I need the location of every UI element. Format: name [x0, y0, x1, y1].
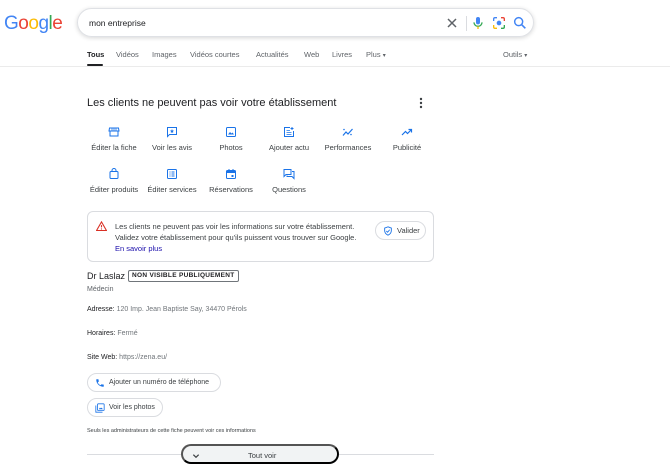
chevron-down-icon: ▾ [382, 53, 386, 59]
storefront-icon [108, 127, 120, 137]
logo-letter: o [18, 13, 29, 34]
tab-short-videos[interactable]: Vidéos courtes [190, 50, 239, 59]
trending-up-icon [401, 128, 413, 136]
logo-letter: e [52, 13, 63, 34]
chevron-down-icon [192, 454, 200, 459]
address-row: Adresse: 120 Imp. Jean Baptiste Say, 344… [87, 306, 247, 313]
microphone-icon[interactable] [470, 15, 486, 31]
forum-icon [283, 169, 295, 180]
tab-videos[interactable]: Vidéos [116, 50, 139, 59]
business-name: Dr Laslaz [87, 271, 126, 281]
tab-more[interactable]: Plus ▾ [366, 50, 386, 59]
hours-value: Fermé [117, 330, 138, 337]
validate-button[interactable]: Valider [375, 221, 426, 240]
visibility-badge: NON VISIBLE PUBLIQUEMENT [128, 270, 239, 282]
clear-icon[interactable] [444, 15, 460, 31]
photo-library-icon [95, 403, 105, 413]
tab-books[interactable]: Livres [332, 50, 352, 59]
tab-images[interactable]: Images [152, 50, 177, 59]
calendar-icon [226, 169, 236, 179]
admin-only-note: Seuls les administrateurs de cette fiche… [87, 428, 256, 434]
address-value: 120 Imp. Jean Baptiste Say, 34470 Pérols [116, 306, 247, 313]
action-label: Publicité [392, 143, 422, 152]
alert-message: Les clients ne peuvent pas voir les info… [115, 221, 367, 254]
warning-icon [96, 221, 107, 231]
action-advertising[interactable]: Publicité [372, 126, 442, 152]
website-row: Site Web: https://zena.eu/ [87, 354, 167, 361]
shopping-bag-icon [109, 168, 119, 179]
performance-icon [342, 128, 353, 136]
business-status-title: Les clients ne peuvent pas voir votre ét… [87, 97, 337, 109]
tools-label: Outils [503, 50, 523, 59]
see-photos-label: Voir les photos [109, 404, 155, 411]
search-icon[interactable] [512, 15, 528, 31]
search-box [77, 8, 534, 37]
add-phone-label: Ajouter un numéro de téléphone [109, 379, 210, 386]
see-all-label: Tout voir [248, 451, 277, 460]
post-add-icon [284, 127, 294, 137]
business-category: Médecin [87, 286, 114, 293]
lens-icon[interactable] [491, 15, 507, 31]
chevron-down-icon: ▾ [524, 53, 528, 59]
logo-letter: G [4, 13, 19, 34]
add-phone-button[interactable]: Ajouter un numéro de téléphone [87, 373, 221, 392]
validate-label: Valider [397, 226, 420, 235]
alert-text: Les clients ne peuvent pas voir les info… [115, 222, 357, 242]
verified-shield-icon [384, 226, 392, 236]
tab-all[interactable]: Tous [87, 50, 104, 59]
reviews-icon [167, 127, 177, 138]
hours-label: Horaires: [87, 330, 116, 337]
tab-web[interactable]: Web [304, 50, 319, 59]
website-value[interactable]: https://zena.eu/ [119, 354, 167, 361]
address-label: Adresse: [87, 306, 115, 313]
website-label: Site Web: [87, 354, 118, 361]
phone-icon [96, 379, 104, 387]
action-label: Questions [272, 185, 306, 194]
tools-menu[interactable]: Outils ▾ [503, 50, 527, 59]
google-logo[interactable]: Google [4, 13, 63, 35]
list-icon [167, 169, 177, 179]
see-photos-button[interactable]: Voir les photos [87, 398, 163, 417]
logo-letter: o [28, 13, 39, 34]
learn-more-link[interactable]: En savoir plus [115, 244, 162, 253]
photo-icon [226, 127, 236, 137]
search-input[interactable] [89, 15, 429, 31]
hours-row: Horaires: Fermé [87, 330, 138, 337]
see-all-button[interactable]: Tout voir [181, 444, 339, 464]
logo-letter: g [38, 13, 49, 34]
header-divider [0, 66, 670, 67]
action-questions[interactable]: Questions [254, 168, 324, 194]
tab-news[interactable]: Actualités [256, 50, 289, 59]
verification-alert: Les clients ne peuvent pas voir les info… [87, 211, 434, 262]
more-options-icon[interactable] [418, 97, 424, 109]
divider [466, 16, 467, 31]
tab-more-label: Plus [366, 50, 381, 59]
